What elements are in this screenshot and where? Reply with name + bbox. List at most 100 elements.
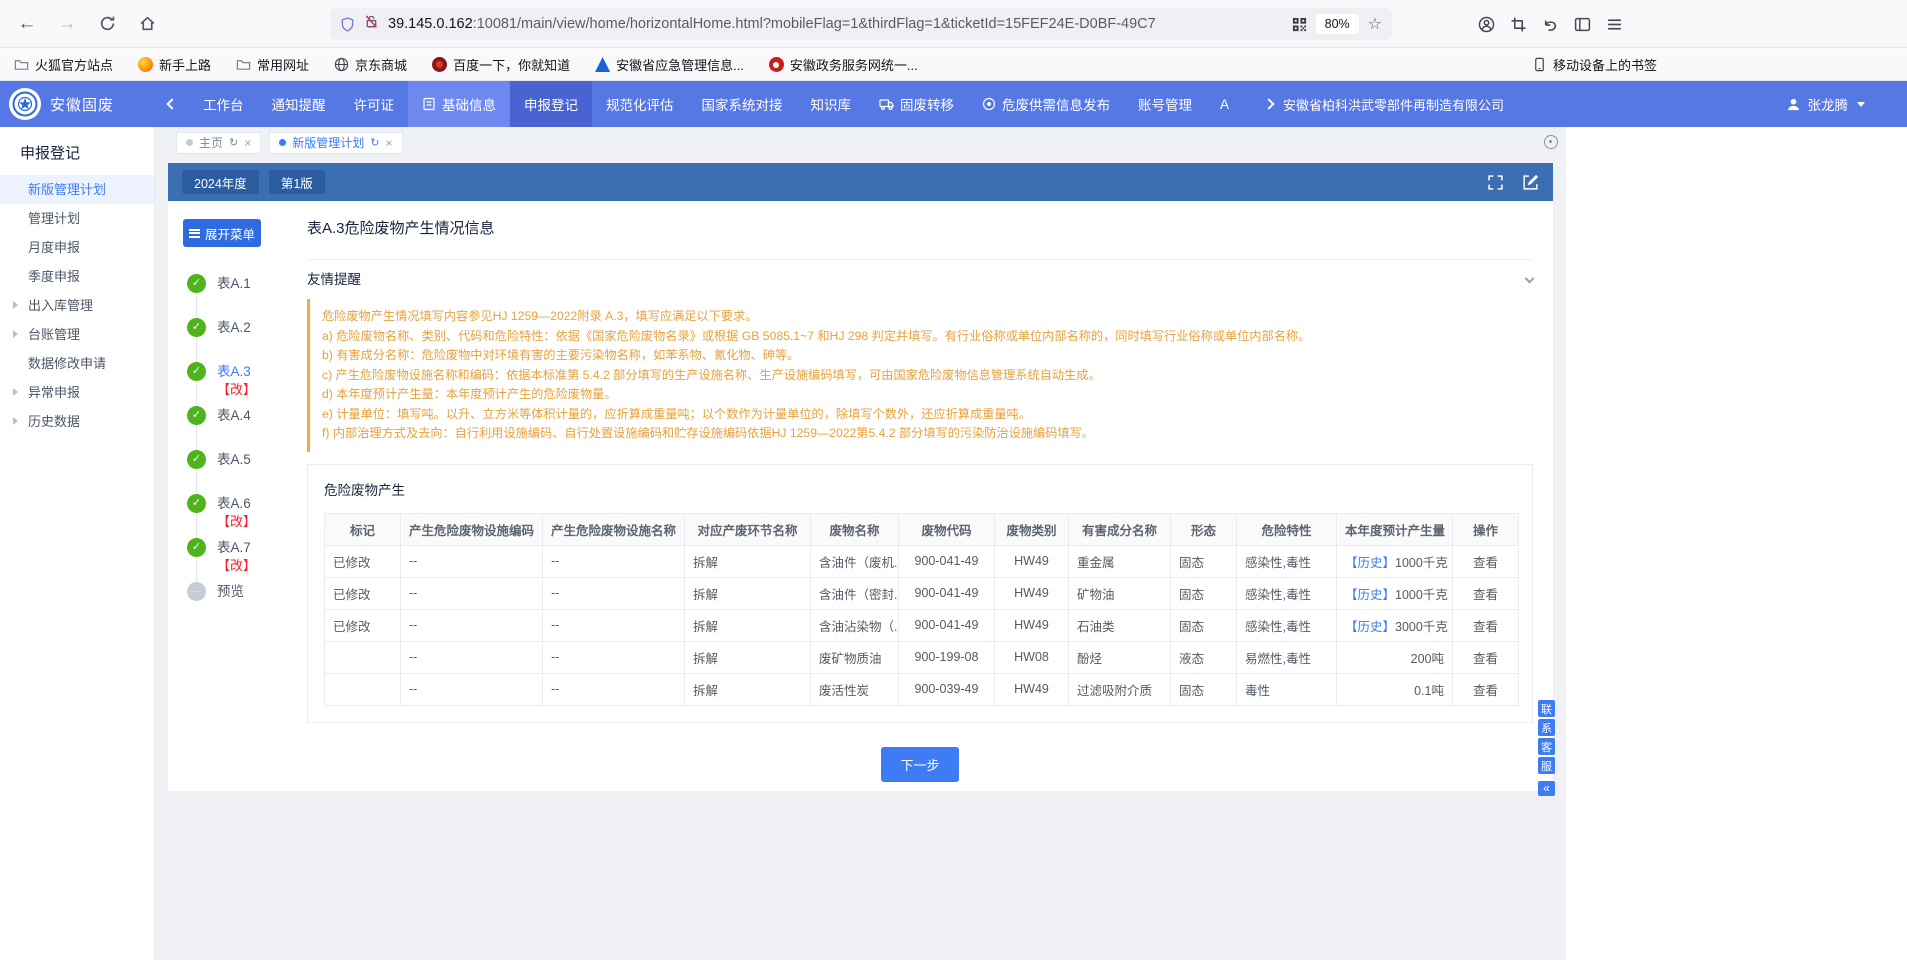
expand-menu-button[interactable]: 展开菜单 (183, 219, 261, 247)
contact-char[interactable]: 客 (1538, 738, 1555, 755)
nav-item-standard-eval[interactable]: 规范化评估 (592, 81, 688, 127)
next-step-button[interactable]: 下一步 (881, 747, 958, 782)
qr-code-icon[interactable] (1292, 17, 1307, 32)
col-amount: 本年度预计产生量 (1337, 513, 1453, 545)
reminder-header[interactable]: 友情提醒 (307, 259, 1533, 296)
steps-column: 展开菜单 ✓ 表A.1 ✓ 表A.2 (183, 219, 307, 791)
tab-close-icon[interactable]: × (385, 136, 392, 150)
cell-waste-name: 含油沾染物（... (811, 609, 899, 641)
cell-amount: 0.1吨 (1337, 673, 1453, 705)
tab-new-plan[interactable]: 新版管理计划 ↻ × (269, 132, 402, 154)
nav-collapse-icon[interactable] (155, 81, 189, 127)
zoom-level-badge[interactable]: 80% (1316, 14, 1359, 34)
sidebar-item-abnormal[interactable]: 异常申报 (0, 378, 154, 407)
nav-item-declaration[interactable]: 申报登记 (510, 81, 592, 127)
nav-item-waste-transfer[interactable]: 固废转移 (865, 81, 968, 127)
tab-close-icon[interactable]: × (244, 136, 251, 150)
cell-facility-code: -- (401, 641, 543, 673)
step-a7[interactable]: ✓ 表A.7 【改】 (187, 538, 307, 582)
sidebar-item-inout-storage[interactable]: 出入库管理 (0, 291, 154, 320)
sidebar-item-ledger[interactable]: 台账管理 (0, 320, 154, 349)
cell-harmful: 石油类 (1069, 609, 1171, 641)
sidebars-icon[interactable] (1574, 16, 1591, 33)
changed-badge: 【改】 (217, 381, 307, 399)
nav-item-notifications[interactable]: 通知提醒 (258, 81, 340, 127)
view-link[interactable]: 查看 (1453, 641, 1519, 673)
bookmark-item[interactable]: 安徽政务服务网统一... (769, 55, 918, 74)
forward-icon[interactable]: → (50, 7, 84, 41)
url-text[interactable]: 39.145.0.162:10081/main/view/home/horizo… (388, 16, 1283, 32)
sidebar-item-history[interactable]: 历史数据 (0, 407, 154, 436)
step-a5[interactable]: ✓ 表A.5 (187, 450, 307, 494)
collapse-chevron-icon[interactable] (1525, 273, 1535, 283)
check-icon: ✓ (187, 538, 206, 557)
reload-icon[interactable] (90, 7, 124, 41)
history-badge[interactable]: 【历史】 (1345, 620, 1395, 634)
nav-item-account[interactable]: 账号管理 (1124, 81, 1206, 127)
tab-refresh-icon[interactable]: ↻ (229, 136, 238, 149)
home-icon[interactable] (130, 7, 164, 41)
nav-item-basic-info[interactable]: 基础信息 (408, 81, 510, 127)
bookmark-item[interactable]: 安徽省应急管理信息... (595, 55, 744, 74)
sidebar-item-monthly[interactable]: 月度申报 (0, 233, 154, 262)
mobile-bookmarks[interactable]: 移动设备上的书签 (1532, 55, 1657, 74)
back-icon[interactable]: ← (10, 7, 44, 41)
step-preview[interactable]: ··· 预览 (187, 582, 307, 626)
insecure-lock-icon[interactable] (364, 14, 379, 34)
workspace: 主页 ↻ × 新版管理计划 ↻ × 2024年度 第1版 (155, 127, 1566, 960)
tab-options-icon[interactable] (1544, 135, 1558, 149)
nav-item-supply-demand[interactable]: 危废供需信息发布 (968, 81, 1124, 127)
cell-facility-name: -- (543, 673, 685, 705)
step-a4[interactable]: ✓ 表A.4 (187, 406, 307, 450)
tab-home[interactable]: 主页 ↻ × (176, 132, 261, 154)
history-badge[interactable]: 【历史】 (1345, 588, 1395, 602)
chevron-right-icon[interactable] (1263, 98, 1274, 109)
step-a2[interactable]: ✓ 表A.2 (187, 318, 307, 362)
screenshot-icon[interactable] (1510, 16, 1527, 33)
sidebar-item-plan[interactable]: 管理计划 (0, 204, 154, 233)
bookmark-item[interactable]: 新手上路 (138, 55, 211, 74)
cell-waste-name: 废活性炭 (811, 673, 899, 705)
contact-char[interactable]: 服 (1538, 757, 1555, 774)
nav-item-workbench[interactable]: 工作台 (189, 81, 258, 127)
history-badge[interactable]: 【历史】 (1345, 556, 1395, 570)
undo-icon[interactable] (1542, 16, 1559, 33)
bookmark-item[interactable]: 百度一下，你就知道 (432, 55, 570, 74)
nav-item-national-system[interactable]: 国家系统对接 (688, 81, 797, 127)
view-link[interactable]: 查看 (1453, 545, 1519, 577)
nav-item-a[interactable]: A (1206, 81, 1243, 127)
bookmark-item[interactable]: 火狐官方站点 (14, 55, 113, 74)
bookmark-star-icon[interactable]: ☆ (1368, 14, 1382, 34)
collapse-widget-button[interactable]: « (1538, 781, 1555, 796)
nav-item-knowledge-base[interactable]: 知识库 (797, 81, 866, 127)
contact-char[interactable]: 系 (1538, 719, 1555, 736)
view-link[interactable]: 查看 (1453, 673, 1519, 705)
bookmark-item[interactable]: 京东商城 (334, 55, 407, 74)
menu-hamburger-icon[interactable] (1606, 16, 1623, 33)
step-a3[interactable]: ✓ 表A.3 【改】 (187, 362, 307, 406)
step-a6[interactable]: ✓ 表A.6 【改】 (187, 494, 307, 538)
col-process: 对应产废环节名称 (685, 513, 811, 545)
gov-service-icon (769, 57, 784, 72)
version-chip[interactable]: 第1版 (269, 170, 325, 194)
nav-item-license[interactable]: 许可证 (340, 81, 409, 127)
waste-section: 危险废物产生 标记 产生危险废物设施 (307, 464, 1533, 723)
account-icon[interactable] (1478, 16, 1495, 33)
tab-refresh-icon[interactable]: ↻ (370, 136, 379, 149)
sidebar-item-quarterly[interactable]: 季度申报 (0, 262, 154, 291)
user-menu[interactable]: 张龙腾 (1786, 81, 1866, 127)
tracking-shield-icon[interactable] (340, 17, 355, 32)
year-chip[interactable]: 2024年度 (182, 170, 259, 194)
step-a1[interactable]: ✓ 表A.1 (187, 274, 307, 318)
edit-icon[interactable] (1522, 174, 1539, 191)
bookmark-item[interactable]: 常用网址 (236, 55, 309, 74)
sidebar-item-new-plan[interactable]: 新版管理计划 (0, 175, 154, 204)
view-link[interactable]: 查看 (1453, 577, 1519, 609)
sidebar-item-data-change[interactable]: 数据修改申请 (0, 349, 154, 378)
url-bar[interactable]: 39.145.0.162:10081/main/view/home/horizo… (330, 8, 1392, 40)
view-link[interactable]: 查看 (1453, 609, 1519, 641)
truck-icon (879, 98, 894, 111)
contact-char[interactable]: 联 (1538, 700, 1555, 717)
fullscreen-icon[interactable] (1487, 174, 1504, 191)
col-waste-name: 废物名称 (811, 513, 899, 545)
